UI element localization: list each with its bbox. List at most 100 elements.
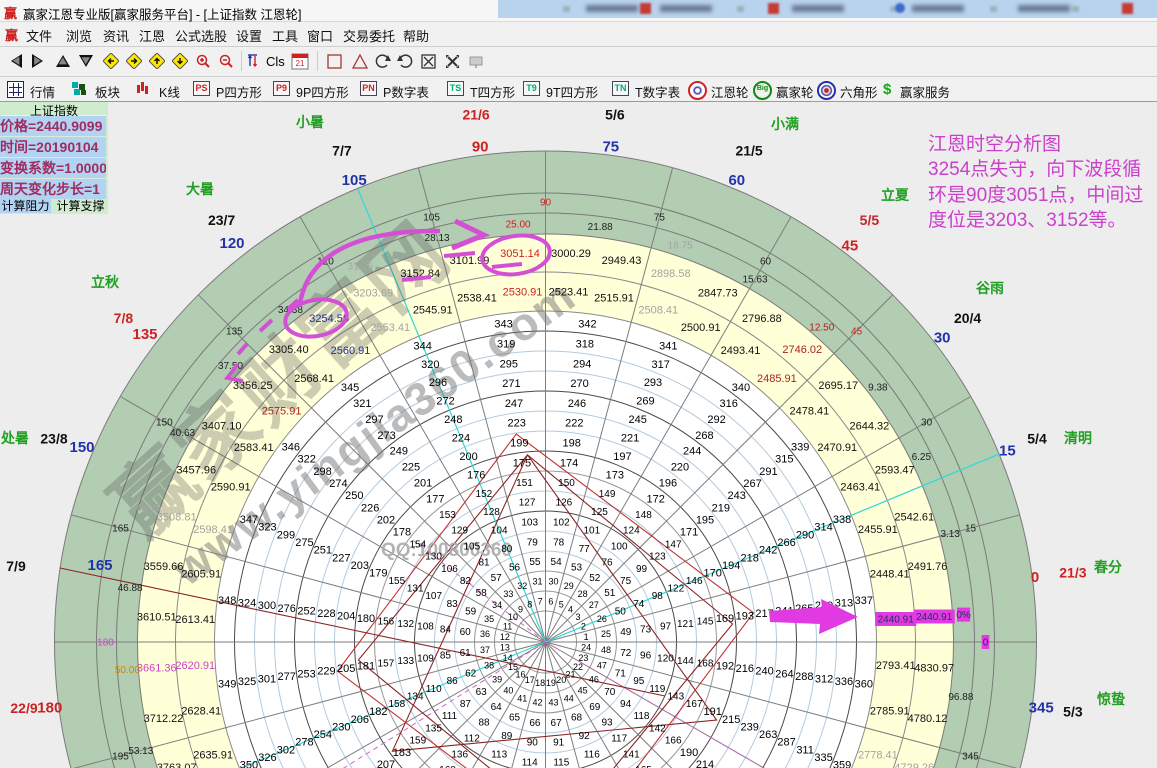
svg-text:2620.91: 2620.91	[175, 660, 215, 672]
svg-text:53: 53	[571, 563, 583, 574]
svg-text:315: 315	[775, 454, 793, 466]
svg-text:7/8: 7/8	[114, 310, 134, 326]
svg-text:3051.14: 3051.14	[500, 248, 540, 260]
svg-text:106: 106	[441, 564, 458, 575]
svg-text:4830.97: 4830.97	[914, 662, 954, 674]
svg-text:126: 126	[556, 498, 573, 509]
svg-text:202: 202	[377, 515, 395, 527]
svg-text:46.88: 46.88	[118, 583, 143, 594]
svg-text:253: 253	[297, 668, 315, 680]
svg-text:85: 85	[440, 651, 452, 662]
svg-text:15: 15	[965, 524, 977, 535]
svg-text:22/9: 22/9	[10, 700, 37, 716]
svg-text:75: 75	[602, 138, 619, 155]
svg-text:15: 15	[999, 443, 1016, 460]
svg-text:191: 191	[704, 706, 722, 718]
svg-text:25.00: 25.00	[506, 219, 531, 230]
svg-text:36: 36	[480, 629, 490, 639]
svg-text:302: 302	[277, 744, 295, 756]
svg-text:151: 151	[516, 478, 533, 489]
svg-text:157: 157	[378, 659, 395, 670]
svg-text:245: 245	[629, 414, 647, 426]
svg-text:1: 1	[584, 632, 589, 642]
svg-text:70: 70	[604, 687, 616, 698]
svg-text:115: 115	[553, 758, 569, 768]
svg-text:2470.91: 2470.91	[817, 442, 857, 454]
svg-text:65: 65	[509, 712, 521, 723]
svg-text:23: 23	[578, 653, 588, 663]
svg-text:87: 87	[460, 699, 472, 710]
svg-text:78: 78	[553, 537, 565, 548]
svg-text:181: 181	[357, 661, 375, 673]
svg-text:240: 240	[755, 666, 773, 678]
svg-text:98: 98	[652, 591, 664, 602]
svg-text:4729.26: 4729.26	[894, 762, 934, 768]
svg-text:2523.41: 2523.41	[549, 287, 589, 299]
svg-text:6: 6	[548, 597, 553, 607]
svg-text:96: 96	[640, 651, 652, 662]
svg-text:2583.41: 2583.41	[234, 442, 274, 454]
svg-text:165: 165	[87, 557, 112, 574]
svg-text:118: 118	[634, 711, 650, 722]
svg-text:5: 5	[559, 599, 564, 609]
svg-text:72: 72	[620, 648, 632, 659]
svg-text:314: 314	[814, 522, 832, 534]
svg-text:48: 48	[601, 645, 611, 655]
svg-text:266: 266	[777, 537, 795, 549]
svg-text:22: 22	[573, 662, 583, 672]
svg-text:51: 51	[604, 588, 616, 599]
svg-text:21: 21	[296, 59, 305, 68]
svg-text:198: 198	[563, 438, 581, 450]
svg-text:2485.91: 2485.91	[757, 373, 797, 385]
svg-text:348: 348	[218, 595, 236, 607]
svg-text:153: 153	[439, 510, 456, 521]
svg-text:342: 342	[578, 319, 596, 331]
svg-text:3: 3	[575, 612, 580, 622]
svg-text:239: 239	[741, 721, 759, 733]
svg-text:346: 346	[282, 441, 300, 453]
svg-text:119: 119	[649, 684, 665, 695]
svg-text:2463.41: 2463.41	[840, 482, 880, 494]
svg-text:158: 158	[388, 699, 405, 710]
svg-text:44: 44	[564, 694, 574, 704]
svg-text:47: 47	[597, 661, 607, 671]
svg-text:2847.73: 2847.73	[698, 288, 738, 300]
svg-text:335: 335	[814, 752, 832, 764]
svg-text:45: 45	[851, 326, 863, 337]
svg-text:152: 152	[476, 489, 493, 500]
svg-text:82: 82	[460, 576, 472, 587]
svg-text:12.50: 12.50	[809, 323, 834, 334]
svg-text:3000.29: 3000.29	[551, 248, 591, 260]
svg-text:42: 42	[532, 698, 542, 708]
svg-text:177: 177	[426, 493, 444, 505]
svg-text:278: 278	[295, 737, 313, 749]
svg-text:24: 24	[581, 643, 591, 653]
svg-text:81: 81	[478, 557, 490, 568]
svg-text:345: 345	[341, 382, 359, 394]
svg-text:359: 359	[833, 760, 851, 768]
svg-text:102: 102	[553, 518, 570, 529]
svg-text:301: 301	[258, 674, 276, 686]
svg-text:2515.91: 2515.91	[594, 293, 634, 305]
svg-text:226: 226	[361, 502, 379, 514]
svg-text:2793.41: 2793.41	[876, 660, 916, 672]
svg-text:180: 180	[97, 638, 114, 649]
svg-text:350: 350	[240, 760, 258, 768]
svg-text:248: 248	[444, 414, 462, 426]
svg-text:175: 175	[513, 457, 531, 469]
svg-text:169: 169	[716, 613, 734, 625]
svg-text:296: 296	[429, 377, 447, 389]
svg-text:104: 104	[491, 526, 508, 537]
svg-text:12: 12	[500, 632, 510, 642]
svg-text:29: 29	[564, 581, 574, 591]
svg-text:326: 326	[258, 752, 276, 764]
svg-text:3712.22: 3712.22	[144, 713, 184, 725]
svg-text:145: 145	[697, 617, 714, 628]
svg-text:20/4: 20/4	[954, 310, 981, 326]
svg-text:92: 92	[579, 731, 591, 742]
svg-text:154: 154	[409, 540, 426, 551]
svg-text:3661.36: 3661.36	[137, 662, 177, 674]
svg-text:221: 221	[621, 433, 639, 445]
svg-text:33: 33	[503, 589, 513, 599]
svg-text:63: 63	[476, 687, 488, 698]
